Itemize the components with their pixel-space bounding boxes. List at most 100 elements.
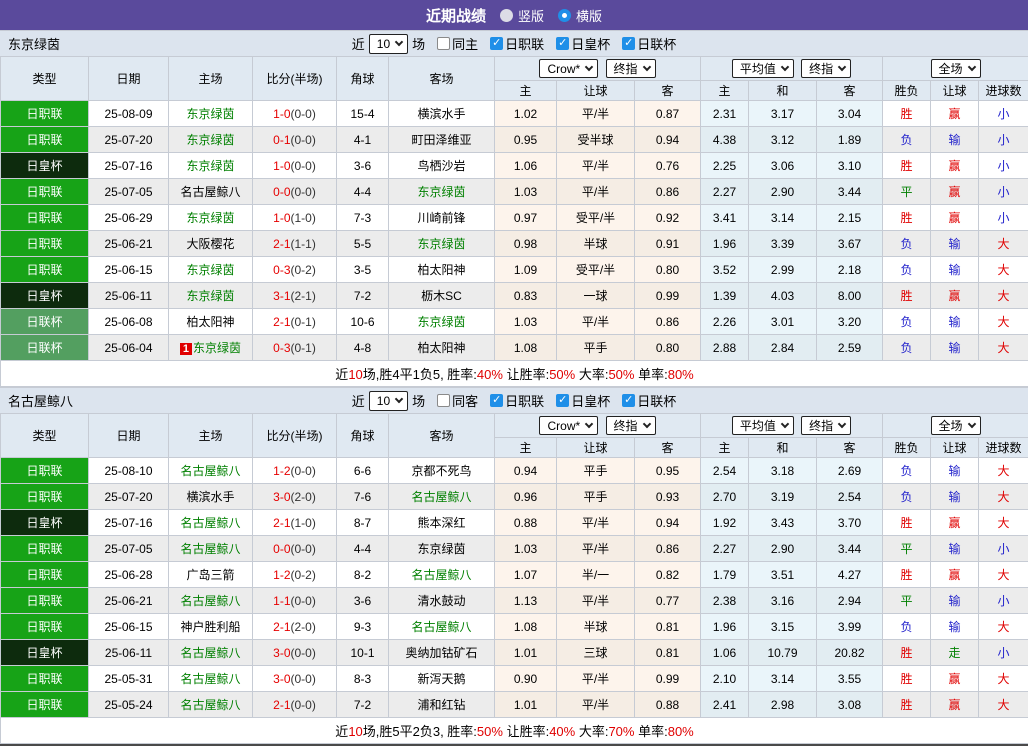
col-away: 客场 [389,414,495,458]
handicap-result-cell: 赢 [931,179,979,205]
league-type-cell: 日皇杯 [1,510,89,536]
crow-away-odds-cell: 0.95 [635,458,701,484]
avg-home-odds-cell: 2.25 [701,153,749,179]
avg-draw-odds-cell: 3.06 [749,153,817,179]
away-team-cell: 东京绿茵 [389,536,495,562]
checkbox-checked-icon[interactable]: ✓ [556,37,569,50]
crow-home-odds-cell: 1.03 [495,309,557,335]
home-team-cell: 东京绿茵 [169,283,253,309]
home-team-cell: 1东京绿茵 [169,335,253,361]
col-winloss: 胜负 [883,81,931,101]
bookmaker-select[interactable]: Crow* [539,59,598,78]
winloss-result-cell: 负 [883,484,931,510]
final-odds-select[interactable]: 终指 [801,416,851,435]
away-team-cell: 名古屋鲸八 [389,484,495,510]
checkbox-checked-icon[interactable]: ✓ [490,37,503,50]
home-team-cell: 名古屋鲸八 [169,692,253,718]
checkbox-checked-icon[interactable]: ✓ [556,394,569,407]
league-j1-option[interactable]: ✓日职联 [482,34,544,53]
bookmaker-select[interactable]: Crow* [539,416,598,435]
league-type-cell: 日职联 [1,536,89,562]
handicap-result-cell: 赢 [931,153,979,179]
league-j1-option[interactable]: ✓日职联 [482,391,544,410]
crow-handicap-cell: 平手 [557,458,635,484]
league-type-cell: 日职联 [1,101,89,127]
avg-away-odds-cell: 4.27 [817,562,883,588]
handicap-result-cell: 赢 [931,101,979,127]
recent-count-select[interactable]: 10 [369,34,408,54]
radio-selected-icon[interactable] [558,9,571,22]
layout-vertical-option[interactable]: 竖版 [500,6,544,25]
avg-draw-odds-cell: 3.01 [749,309,817,335]
avg-home-odds-cell: 3.41 [701,205,749,231]
handicap-result-cell: 输 [931,614,979,640]
handicap-result-cell: 走 [931,640,979,666]
checkbox-unchecked-icon[interactable] [437,394,450,407]
fullmatch-group-header: 全场 [883,57,1028,81]
corner-cell: 8-7 [337,510,389,536]
home-team-cell: 名古屋鲸八 [169,666,253,692]
league-emperor-option[interactable]: ✓日皇杯 [548,34,610,53]
handicap-result-cell: 输 [931,588,979,614]
summary-text: 50% [608,367,634,382]
league-type-cell: 日联杯 [1,309,89,335]
checkbox-unchecked-icon[interactable] [437,37,450,50]
checkbox-checked-icon[interactable]: ✓ [622,37,635,50]
away-team-cell: 町田泽维亚 [389,127,495,153]
average-odds-select[interactable]: 平均值 [732,59,794,78]
match-date-cell: 25-07-05 [89,179,169,205]
crow-home-odds-cell: 1.03 [495,179,557,205]
avg-draw-odds-cell: 3.14 [749,205,817,231]
team-filter-bar: 东京绿茵 近 10 场 同主 ✓日职联 ✓日皇杯 ✓日联杯 [0,30,1028,56]
match-date-cell: 25-05-24 [89,692,169,718]
avg-home-odds-cell: 1.92 [701,510,749,536]
average-odds-select[interactable]: 平均值 [732,416,794,435]
home-team-cell: 东京绿茵 [169,257,253,283]
avg-away-odds-cell: 3.44 [817,536,883,562]
handicap-result-cell: 输 [931,536,979,562]
away-team-cell: 东京绿茵 [389,231,495,257]
filter-controls: 近 10 场 同客 ✓日职联 ✓日皇杯 ✓日联杯 [352,391,676,411]
crow-home-odds-cell: 0.94 [495,458,557,484]
avg-away-odds-cell: 3.44 [817,179,883,205]
avg-home-odds-cell: 2.31 [701,101,749,127]
summary-text: 单率: [634,724,667,739]
handicap-result-cell: 赢 [931,666,979,692]
final-odds-select[interactable]: 终指 [606,416,656,435]
col-crow-handicap: 让球 [557,438,635,458]
checkbox-checked-icon[interactable]: ✓ [622,394,635,407]
avg-home-odds-cell: 2.38 [701,588,749,614]
league-emperor-option[interactable]: ✓日皇杯 [548,391,610,410]
final-odds-select[interactable]: 终指 [606,59,656,78]
goals-result-cell: 大 [979,309,1028,335]
crow-home-odds-cell: 1.01 [495,640,557,666]
team-name: 名古屋鲸八 [8,391,73,410]
league-cup-option[interactable]: ✓日联杯 [614,34,676,53]
crow-handicap-cell: 平/半 [557,101,635,127]
checkbox-checked-icon[interactable]: ✓ [490,394,503,407]
league-cup-option[interactable]: ✓日联杯 [614,391,676,410]
match-date-cell: 25-08-10 [89,458,169,484]
winloss-result-cell: 负 [883,614,931,640]
away-team-cell: 京都不死鸟 [389,458,495,484]
same-venue-option[interactable]: 同客 [429,391,478,410]
corner-cell: 10-6 [337,309,389,335]
radio-unselected-icon[interactable] [500,9,513,22]
goals-result-cell: 大 [979,335,1028,361]
crow-home-odds-cell: 1.08 [495,614,557,640]
avg-draw-odds-cell: 3.39 [749,231,817,257]
recent-count-select[interactable]: 10 [369,391,408,411]
layout-horizontal-option[interactable]: 横版 [558,6,602,25]
winloss-result-cell: 胜 [883,666,931,692]
winloss-result-cell: 胜 [883,283,931,309]
full-match-select[interactable]: 全场 [931,416,981,435]
final-odds-select[interactable]: 终指 [801,59,851,78]
away-team-cell: 名古屋鲸八 [389,562,495,588]
goals-result-cell: 大 [979,458,1028,484]
full-match-select[interactable]: 全场 [931,59,981,78]
crow-away-odds-cell: 0.94 [635,510,701,536]
score-cell: 1-0(0-0) [253,101,337,127]
same-venue-option[interactable]: 同主 [429,34,478,53]
summary-row: 近10场,胜5平2负3, 胜率:50% 让胜率:40% 大率:70% 单率:80… [1,718,1028,744]
avg-home-odds-cell: 2.10 [701,666,749,692]
